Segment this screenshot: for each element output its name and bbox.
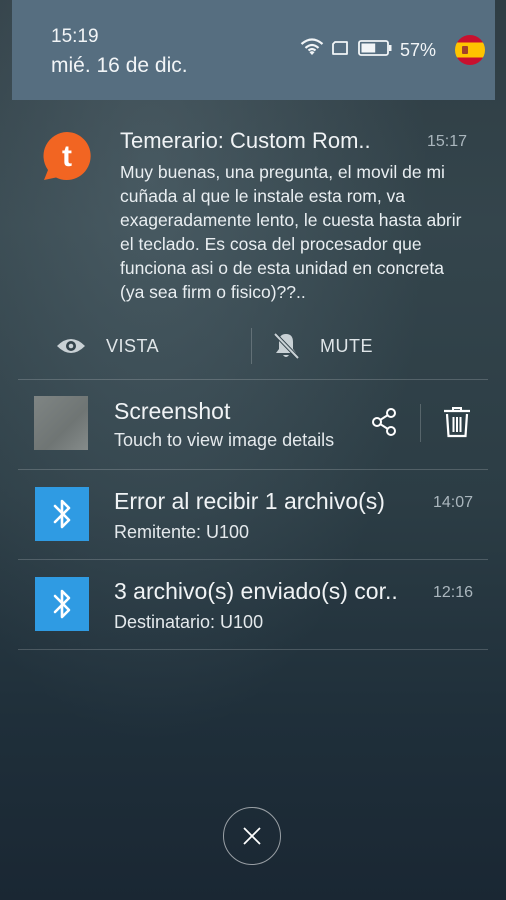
sim-icon [332,41,348,55]
mute-button[interactable]: MUTE [272,326,373,366]
date-label: mié. 16 de dic. [51,54,188,77]
vista-button[interactable]: VISTA [56,326,159,366]
bt-error-time: 14:07 [433,494,474,511]
notification-title[interactable]: Temerario: Custom Rom.. [120,128,371,154]
status-header: 15:19 mié. 16 de dic. 57% [12,0,495,100]
spain-flag-icon[interactable] [455,35,485,65]
bluetooth-icon [35,577,89,631]
close-icon [243,827,261,845]
action-divider [251,328,252,364]
screenshot-title[interactable]: Screenshot [114,398,230,425]
battery-icon [358,40,392,56]
vista-label: VISTA [106,335,160,356]
trash-icon[interactable] [441,405,473,439]
eye-icon [57,339,85,353]
share-icon[interactable] [368,406,400,438]
tapatalk-icon: t [43,132,91,180]
clock-time: 15:19 [51,26,99,47]
divider [18,379,488,380]
screenshot-divider [420,404,421,442]
divider [18,649,488,650]
bt-sent-time: 12:16 [433,584,474,601]
app-icon-letter: t [62,140,72,173]
notification-time: 15:17 [427,133,468,150]
close-button[interactable] [223,807,281,865]
bt-error-subtitle[interactable]: Remitente: U100 [114,522,249,543]
mute-label: MUTE [320,335,373,356]
screenshot-subtitle[interactable]: Touch to view image details [114,430,334,451]
wifi-icon [300,38,324,55]
divider [18,559,488,560]
divider [18,469,488,470]
notification-body[interactable]: Muy buenas, una pregunta, el movil de mi… [120,160,470,304]
bt-sent-subtitle[interactable]: Destinatario: U100 [114,612,263,633]
battery-percent: 57% [400,40,437,60]
bt-error-title[interactable]: Error al recibir 1 archivo(s) [114,488,385,515]
bt-sent-title[interactable]: 3 archivo(s) enviado(s) cor.. [114,578,398,605]
screenshot-thumbnail[interactable] [34,396,88,450]
bell-off-icon [273,332,300,360]
bluetooth-icon [35,487,89,541]
